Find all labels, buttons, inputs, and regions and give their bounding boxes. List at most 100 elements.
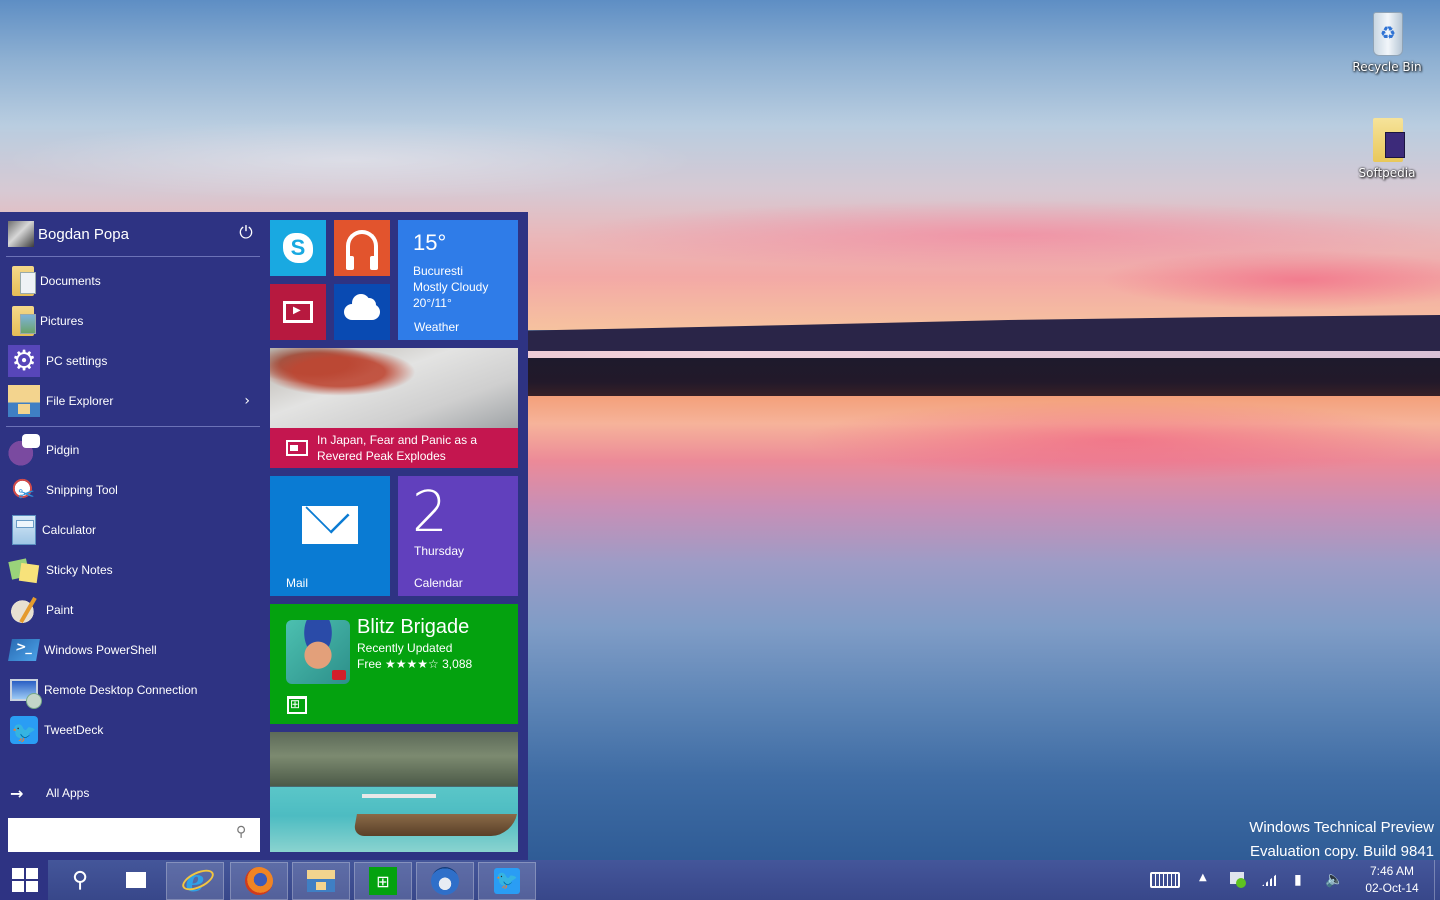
wallpaper-reflection bbox=[800, 400, 1440, 480]
cloud-icon bbox=[344, 294, 380, 320]
battery-icon[interactable]: ▮ bbox=[1294, 871, 1310, 889]
mail-envelope-icon bbox=[302, 506, 358, 544]
tile-store[interactable]: Blitz Brigade Recently Updated Free ★★★★… bbox=[270, 604, 518, 724]
news-photo bbox=[270, 348, 518, 428]
gear-icon: ⚙ bbox=[8, 345, 40, 377]
pidgin-icon bbox=[8, 434, 40, 466]
tile-mail[interactable]: Mail bbox=[270, 476, 390, 596]
power-icon[interactable]: ⏻ bbox=[236, 223, 256, 243]
documents-folder-icon bbox=[12, 266, 36, 296]
tweetdeck-icon: 🐦 bbox=[10, 716, 38, 744]
tile-label: Weather bbox=[414, 320, 460, 334]
weather-hi-lo: 20°/11° bbox=[413, 296, 452, 310]
tile-news[interactable]: In Japan, Fear and Panic as a Revered Pe… bbox=[270, 348, 518, 468]
start-item-pictures[interactable]: Pictures bbox=[0, 301, 262, 341]
news-headline-line-1: In Japan, Fear and Panic as a bbox=[317, 433, 478, 447]
volume-icon[interactable]: 🔈 bbox=[1325, 870, 1344, 888]
desktop-icon-label: Softpedia bbox=[1358, 166, 1416, 180]
start-item-paint[interactable]: Paint bbox=[0, 590, 262, 630]
store-app-title: Blitz Brigade bbox=[357, 616, 470, 638]
show-hidden-icons-chevron-icon[interactable]: ▲ bbox=[1199, 872, 1207, 883]
start-search-input[interactable] bbox=[8, 818, 260, 852]
pictures-folder-icon bbox=[12, 306, 36, 336]
store-icon: ⊞ bbox=[369, 867, 397, 895]
start-item-label: Paint bbox=[46, 603, 74, 617]
user-name: Bogdan Popa bbox=[38, 225, 129, 243]
avatar bbox=[8, 221, 34, 247]
start-item-file-explorer[interactable]: File Explorer › bbox=[0, 381, 262, 421]
store-icon bbox=[287, 696, 307, 714]
start-item-pc-settings[interactable]: ⚙ PC settings bbox=[0, 341, 262, 381]
tweetdeck-icon: 🐦 bbox=[494, 868, 520, 894]
snipping-tool-icon bbox=[8, 474, 40, 506]
tile-weather[interactable]: 15° Bucuresti Mostly Cloudy 20°/11° Weat… bbox=[398, 220, 518, 340]
calculator-icon bbox=[12, 515, 36, 545]
chevron-right-icon[interactable]: › bbox=[244, 393, 250, 409]
search-icon: ⚲ bbox=[71, 867, 89, 893]
action-center-icon[interactable] bbox=[1230, 872, 1246, 888]
clock-date: 02-Oct-14 bbox=[1365, 881, 1419, 895]
taskbar: ⚲ e ⊞ 🐦 ▲ ▮ 🔈 7:46 AM 02-Oct-14 bbox=[0, 860, 1440, 900]
start-item-label: Calculator bbox=[42, 523, 97, 537]
tile-calendar[interactable]: 2 Thursday Calendar bbox=[398, 476, 518, 596]
all-apps-button[interactable]: → All Apps bbox=[0, 778, 262, 808]
desktop-icon-recycle-bin[interactable]: Recycle Bin bbox=[1347, 8, 1427, 74]
divider bbox=[6, 426, 260, 427]
divider bbox=[6, 256, 260, 257]
desktop-icon-softpedia[interactable]: Softpedia bbox=[1347, 114, 1427, 180]
thunderbird-icon bbox=[431, 867, 459, 895]
weather-condition: Mostly Cloudy bbox=[413, 280, 489, 294]
start-item-label: Sticky Notes bbox=[46, 563, 113, 577]
task-view-button[interactable] bbox=[108, 860, 164, 900]
start-item-calculator[interactable]: Calculator bbox=[0, 510, 262, 550]
headphones-icon bbox=[346, 230, 378, 270]
start-item-label: Snipping Tool bbox=[46, 483, 118, 497]
store-app-subtitle: Recently Updated bbox=[357, 641, 453, 655]
start-item-remote-desktop[interactable]: Remote Desktop Connection bbox=[0, 670, 262, 710]
weather-city: Bucuresti bbox=[413, 264, 464, 278]
taskbar-app-firefox[interactable] bbox=[230, 862, 288, 900]
tile-photos[interactable] bbox=[270, 732, 518, 852]
taskbar-app-internet-explorer[interactable]: e bbox=[166, 862, 224, 900]
touch-keyboard-icon[interactable] bbox=[1150, 872, 1180, 888]
search-icon[interactable]: ⚲ bbox=[236, 824, 246, 840]
build-watermark: Windows Technical Preview Evaluation cop… bbox=[1249, 816, 1434, 864]
tile-video[interactable] bbox=[270, 284, 326, 340]
paint-icon bbox=[8, 594, 40, 626]
weather-temperature: 15° bbox=[413, 230, 447, 255]
network-signal-icon[interactable] bbox=[1262, 873, 1278, 886]
start-menu-left-pane: Bogdan Popa ⏻ Documents Pictures ⚙ PC se… bbox=[0, 212, 262, 860]
taskbar-app-tweetdeck[interactable]: 🐦 bbox=[478, 862, 536, 900]
video-icon bbox=[283, 301, 313, 323]
taskbar-app-store[interactable]: ⊞ bbox=[354, 862, 412, 900]
tile-music[interactable] bbox=[334, 220, 390, 276]
wallpaper-cloud bbox=[0, 120, 700, 200]
tile-skype[interactable]: S bbox=[270, 220, 326, 276]
windows-logo-icon bbox=[12, 868, 38, 892]
clock-time: 7:46 AM bbox=[1369, 864, 1415, 878]
start-item-tweetdeck[interactable]: 🐦 TweetDeck bbox=[0, 710, 262, 750]
start-item-sticky-notes[interactable]: Sticky Notes bbox=[0, 550, 262, 590]
start-item-documents[interactable]: Documents bbox=[0, 261, 262, 301]
boat-roof bbox=[362, 794, 436, 798]
file-explorer-icon bbox=[8, 385, 40, 417]
start-item-pidgin[interactable]: Pidgin bbox=[0, 430, 262, 470]
calendar-day-number: 2 bbox=[412, 480, 448, 545]
skype-icon: S bbox=[283, 233, 313, 263]
user-account-button[interactable]: Bogdan Popa bbox=[0, 212, 262, 256]
folder-icon bbox=[1367, 114, 1407, 162]
taskbar-app-thunderbird[interactable] bbox=[416, 862, 474, 900]
taskbar-app-file-explorer[interactable] bbox=[292, 862, 350, 900]
store-app-rating: Free ★★★★☆ 3,088 bbox=[357, 657, 473, 671]
remote-desktop-icon bbox=[10, 679, 42, 709]
calendar-weekday: Thursday bbox=[414, 544, 465, 558]
start-item-label: Windows PowerShell bbox=[44, 643, 157, 657]
news-headline-line-2: Revered Peak Explodes bbox=[317, 449, 446, 463]
start-button[interactable] bbox=[0, 860, 48, 900]
start-item-snipping-tool[interactable]: Snipping Tool bbox=[0, 470, 262, 510]
show-desktop-button[interactable] bbox=[1434, 860, 1440, 900]
start-item-windows-powershell[interactable]: Windows PowerShell bbox=[0, 630, 262, 670]
taskbar-search-button[interactable]: ⚲ bbox=[52, 860, 108, 900]
tile-onedrive[interactable] bbox=[334, 284, 390, 340]
clock[interactable]: 7:46 AM 02-Oct-14 bbox=[1352, 863, 1432, 897]
